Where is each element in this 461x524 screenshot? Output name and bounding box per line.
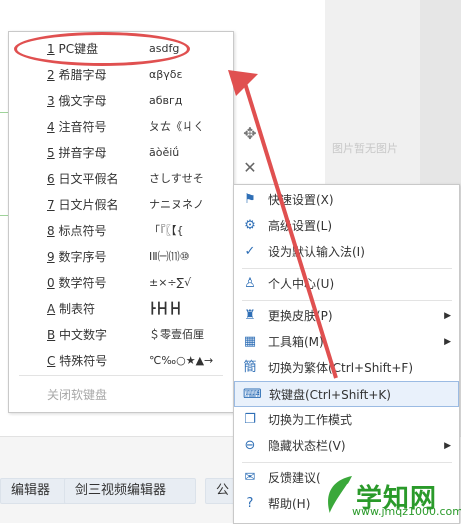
menu-item-change-skin[interactable]: ♜ 更换皮肤(P) ▶ — [234, 303, 459, 329]
no-image-placeholder: 图片暂无图片 — [332, 142, 398, 155]
keyboard-sample: さしすせそ — [149, 172, 204, 185]
hotkey: 2 — [47, 68, 55, 82]
minus-circle-icon: ⊖ — [244, 438, 256, 453]
keyboard-option-label: 标点符号 — [54, 224, 107, 238]
keyboard-option-number-sequence[interactable]: 9 数字序号 ⅠⅡ㈠⑾⑩ — [9, 244, 233, 270]
keyboard-option-label: 中文数字 — [55, 328, 108, 342]
help-icon: ? — [246, 496, 254, 511]
hotkey: 6 — [47, 172, 55, 186]
keyboard-option-label: 日文片假名 — [54, 198, 119, 212]
keyboard-sample: ㄆㄊ《ㄐㄑ — [149, 120, 204, 133]
keyboard-option-zhuyin[interactable]: 4 注音符号 ㄆㄊ《ㄐㄑ — [9, 114, 233, 140]
keyboard-sample: ナニヌネノ — [149, 198, 204, 211]
menu-item-work-mode[interactable]: ❐ 切换为工作模式 — [234, 407, 459, 433]
move-icon[interactable]: ✥ — [240, 124, 260, 144]
menu-divider — [242, 300, 452, 301]
menu-item-toolbox[interactable]: ▦ 工具箱(M) ▶ — [234, 329, 459, 355]
menu-item-personal-center[interactable]: ♙ 个人中心(U) — [234, 271, 459, 297]
menu-item-label: 个人中心(U) — [268, 277, 335, 291]
submenu-arrow-icon: ▶ — [444, 441, 451, 451]
hotkey: 9 — [47, 250, 55, 264]
traditional-char-icon: 簡 — [243, 360, 257, 375]
grid-icon: ▦ — [243, 334, 257, 349]
keyboard-sample: āòěiǘ — [149, 146, 180, 159]
menu-item-label: 更换皮肤(P) — [268, 309, 333, 323]
menu-item-label: 隐藏状态栏(V) — [268, 439, 346, 453]
keyboard-option-pinyin[interactable]: 5 拼音字母 āòěiǘ — [9, 140, 233, 166]
keyboard-option-label: 特殊符号 — [55, 354, 108, 368]
keyboard-sample: абвгд — [149, 94, 183, 107]
menu-item-soft-keyboard[interactable]: ⌨ 软键盘(Ctrl+Shift+K) — [234, 381, 459, 407]
flag-icon: ⚑ — [244, 192, 256, 207]
hotkey: A — [47, 302, 56, 316]
keyboard-option-tab-chars[interactable]: A 制表符 ┣┣┫┣┫ — [9, 296, 233, 322]
keyboard-option-punctuation[interactable]: 8 标点符号 「『〖【{ — [9, 218, 233, 244]
tag-chip[interactable]: 编辑器 — [0, 478, 68, 504]
keyboard-option-math[interactable]: 0 数学符号 ±×÷∑√ — [9, 270, 233, 296]
keyboard-option-chinese-numerals[interactable]: B 中文数字 ＄零壹佰厘 — [9, 322, 233, 348]
keyboard-option-label: 数字序号 — [54, 250, 107, 264]
keyboard-sample: ⅠⅡ㈠⑾⑩ — [149, 250, 190, 263]
check-circle-icon: ✓ — [244, 244, 256, 259]
hotkey: 0 — [47, 276, 55, 290]
watermark-url: www.jmqz1000.com — [352, 505, 461, 518]
menu-item-label: 软键盘(Ctrl+Shift+K) — [269, 388, 391, 402]
watermark-leaf-icon — [328, 476, 352, 515]
keyboard-option-label: 日文平假名 — [54, 172, 119, 186]
keyboard-option-label: 数学符号 — [54, 276, 107, 290]
keyboard-icon: ⌨ — [243, 387, 262, 402]
keyboard-sample: αβγδε — [149, 68, 183, 81]
menu-item-label: 快速设置(X) — [268, 193, 334, 207]
keyboard-sample: ℃‰○★▲→ — [149, 354, 214, 367]
keyboard-option-label: 制表符 — [55, 302, 96, 316]
menu-item-switch-traditional[interactable]: 簡 切换为繁体(Ctrl+Shift+F) — [234, 355, 459, 381]
submenu-arrow-icon: ▶ — [444, 337, 451, 347]
keyboard-sample: ＄零壹佰厘 — [149, 328, 204, 341]
keyboard-sample: ±×÷∑√ — [149, 276, 192, 289]
menu-item-hide-status-bar[interactable]: ⊖ 隐藏状态栏(V) ▶ — [234, 433, 459, 459]
submenu-arrow-icon: ▶ — [444, 311, 451, 321]
keyboard-option-greek[interactable]: 2 希腊字母 αβγδε — [9, 62, 233, 88]
tag-chip[interactable]: 剑三视频编辑器 — [64, 478, 196, 504]
user-icon: ♙ — [244, 276, 256, 291]
keyboard-option-label: 注音符号 — [54, 120, 107, 134]
menu-item-label: 设为默认输入法(I) — [268, 245, 365, 259]
keyboard-option-label: 俄文字母 — [54, 94, 107, 108]
keyboard-sample: ┣┣┫┣┫ — [149, 302, 183, 315]
menu-divider — [242, 268, 452, 269]
gear-icon: ⚙ — [244, 218, 256, 233]
hotkey: 5 — [47, 146, 55, 160]
menu-item-label: 切换为繁体(Ctrl+Shift+F) — [268, 361, 414, 375]
hotkey: 7 — [47, 198, 55, 212]
ime-context-menu: ⚑ 快速设置(X) ⚙ 高级设置(L) ✓ 设为默认输入法(I) ♙ 个人中心(… — [233, 184, 460, 524]
keyboard-option-katakana[interactable]: 7 日文片假名 ナニヌネノ — [9, 192, 233, 218]
keyboard-option-russian[interactable]: 3 俄文字母 абвгд — [9, 88, 233, 114]
copy-icon: ❐ — [244, 412, 256, 427]
menu-item-label: 高级设置(L) — [268, 219, 333, 233]
annotation-highlight-oval — [14, 32, 190, 66]
soft-keyboard-submenu: 1 PC键盘 asdfg 2 希腊字母 αβγδε 3 俄文字母 абвгд 4… — [8, 31, 234, 413]
hotkey: 8 — [47, 224, 55, 238]
menu-item-label: 切换为工作模式 — [268, 413, 353, 427]
shirt-icon: ♜ — [244, 308, 256, 323]
hotkey: B — [47, 328, 56, 342]
menu-item-set-default-ime[interactable]: ✓ 设为默认输入法(I) — [234, 239, 459, 265]
menu-item-label: 帮助(H) — [268, 497, 311, 511]
keyboard-sample: 「『〖【{ — [149, 224, 184, 237]
hotkey: 3 — [47, 94, 55, 108]
menu-item-quick-settings[interactable]: ⚑ 快速设置(X) — [234, 187, 459, 213]
keyboard-option-hiragana[interactable]: 6 日文平假名 さしすせそ — [9, 166, 233, 192]
menu-divider — [19, 375, 223, 376]
close-soft-keyboard-item[interactable]: 关闭软键盘 — [47, 382, 107, 408]
menu-item-label: 反馈建议( — [268, 471, 321, 485]
menu-item-advanced-settings[interactable]: ⚙ 高级设置(L) — [234, 213, 459, 239]
hotkey: 4 — [47, 120, 55, 134]
menu-item-label: 工具箱(M) — [268, 335, 324, 349]
keyboard-option-label: 希腊字母 — [54, 68, 107, 82]
feedback-icon: ✉ — [244, 470, 256, 485]
menu-divider — [242, 462, 452, 463]
close-icon[interactable]: ✕ — [240, 158, 260, 178]
keyboard-option-label: 拼音字母 — [54, 146, 107, 160]
keyboard-option-special-symbols[interactable]: C 特殊符号 ℃‰○★▲→ — [9, 348, 233, 374]
